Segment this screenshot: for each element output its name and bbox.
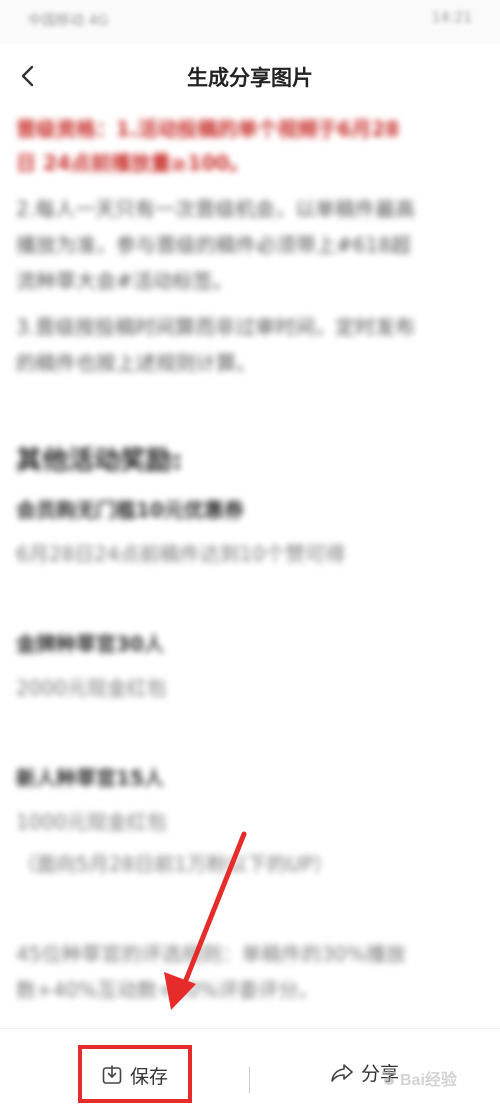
save-label: 保存 (130, 1066, 169, 1088)
rule-line: 3.晋级按投稿时间算而非过审时间，定时发布 (16, 315, 416, 339)
reward-title: 金牌种草官30人 (16, 632, 164, 656)
paw-logo-icon (381, 1068, 397, 1085)
rule-line: 45位种草官的评选规则：单稿件的30%播放 (16, 942, 406, 966)
rule-line: 晋级资格：1.活动投稿的单个视频于6月28 (16, 117, 400, 141)
reward-title: 会员购无门槛10元优惠券 (16, 498, 244, 522)
section-heading: 其他活动奖励: (16, 446, 183, 476)
rule-line: 数+40%互动数+30%评委评分。 (16, 978, 319, 1002)
download-icon (102, 1065, 122, 1084)
share-arrow-icon (331, 1064, 353, 1082)
rule-line: 日 24点前播放量≥100。 (16, 151, 250, 175)
rule-line: 播放为准，参与晋级的稿件必须带上#618超 (16, 233, 411, 257)
reward-detail: 2000元现金红包 (16, 676, 167, 700)
reward-detail: 6月28日24点前稿件达到10个赞可得 (16, 542, 346, 566)
status-bar: 中国移动 4G 14:21 (0, 0, 500, 44)
reward-detail: 1000元现金红包 (16, 810, 167, 834)
page-title: 生成分享图片 (187, 66, 313, 90)
share-image-preview[interactable]: 晋级资格：1.活动投稿的单个视频于6月28 日 24点前播放量≥100。 2.每… (0, 108, 500, 1028)
divider (249, 1067, 250, 1093)
rule-line: 的稿件也按上述规则计算。 (16, 351, 256, 375)
reward-detail: （面向5月28日前1万粉以下的UP） (16, 852, 334, 876)
watermark-text: Bai经验 (400, 1072, 457, 1089)
clock-text: 14:21 (431, 10, 472, 26)
watermark: Bai经验 (380, 1062, 480, 1092)
carrier-text: 中国移动 4G (28, 13, 109, 29)
nav-bar: 生成分享图片 (0, 44, 500, 109)
rule-line: 2.每人一天只有一次晋级机会，以单稿件最高 (16, 197, 416, 221)
reward-title: 新人种草官15人 (16, 766, 164, 790)
save-button[interactable]: 保存 (78, 1045, 192, 1103)
rule-line: 流种草大会#活动标签。 (16, 269, 233, 293)
